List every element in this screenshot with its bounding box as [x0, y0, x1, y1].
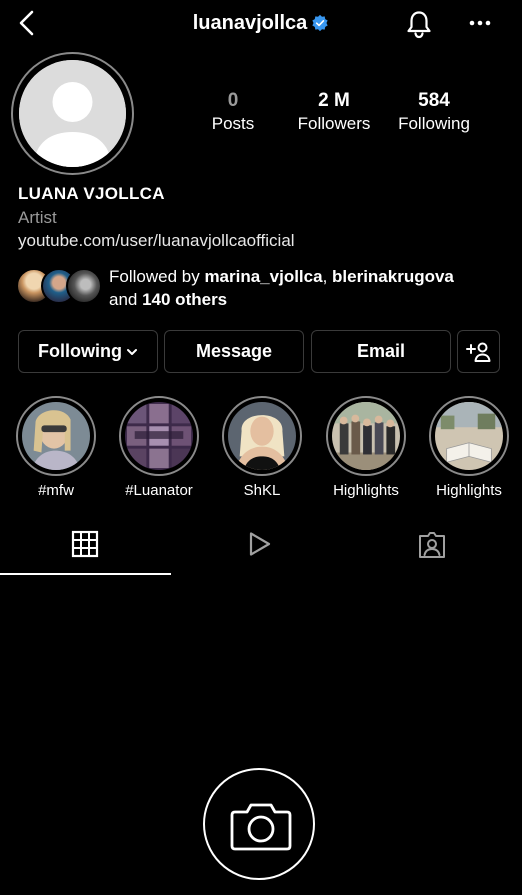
avatar [66, 268, 102, 304]
following-count: 584 [418, 90, 450, 111]
highlight-label: Highlights [436, 482, 502, 499]
email-button[interactable]: Email [311, 330, 451, 373]
username: luanavjollca [192, 12, 308, 34]
message-button-label: Message [195, 341, 273, 361]
followed-by-and: and [109, 290, 143, 309]
highlight-cover-image [125, 402, 193, 470]
message-button[interactable]: Message [164, 330, 304, 373]
empty-posts-camera [203, 768, 315, 880]
profile-name: LUANA VJOLLCA [18, 184, 165, 203]
tagged-person-icon [419, 532, 445, 558]
following-button-label: Following [38, 341, 122, 361]
tab-posts-grid[interactable] [57, 530, 113, 566]
followers-count: 2 M [318, 90, 350, 111]
active-tab-indicator [0, 573, 171, 575]
highlight-shkl[interactable]: ShKL [222, 396, 302, 499]
tab-tagged[interactable] [404, 530, 460, 566]
mutual-followers-avatars[interactable] [16, 268, 102, 304]
highlight-cover-image [435, 402, 503, 470]
followers-stat[interactable]: 2 M Followers [290, 90, 378, 136]
highlight-label: #Luanator [125, 482, 193, 499]
more-icon[interactable] [466, 12, 494, 34]
posts-label: Posts [211, 114, 255, 133]
mutual-user-1: marina_vjollca [204, 267, 323, 286]
highlight-cover-image [228, 402, 296, 470]
top-bar: luanavjollca [0, 0, 522, 48]
mutual-user-2: blerinakrugova [332, 267, 454, 286]
verified-badge-icon [312, 14, 328, 32]
highlight-cover-image [332, 402, 400, 470]
highlight-ring [326, 396, 406, 476]
email-button-label: Email [356, 341, 406, 361]
highlight-ring [119, 396, 199, 476]
play-icon [249, 532, 271, 556]
profile-link[interactable]: youtube.com/user/luanavjollcaofficial [18, 231, 295, 251]
highlight-mfw[interactable]: #mfw [16, 396, 96, 499]
highlight-luanator[interactable]: #Luanator [119, 396, 199, 499]
chevron-down-icon [126, 348, 137, 355]
posts-stat[interactable]: 0 Posts [207, 90, 259, 136]
posts-count: 0 [227, 90, 239, 111]
tab-reels[interactable] [231, 530, 287, 566]
add-person-icon [465, 342, 490, 362]
highlight-cover-image [22, 402, 90, 470]
highlight-book[interactable]: Highlights [429, 396, 509, 499]
highlight-group[interactable]: Highlights [326, 396, 406, 499]
highlight-ring [16, 396, 96, 476]
highlight-ring [429, 396, 509, 476]
followed-by-prefix: Followed by [109, 267, 205, 286]
camera-icon [230, 803, 292, 851]
profile-avatar[interactable] [11, 52, 134, 175]
mutual-others-count: 140 others [142, 290, 228, 309]
following-stat[interactable]: 584 Following [392, 90, 476, 136]
bell-icon[interactable] [404, 9, 434, 39]
followed-by-text[interactable]: Followed by marina_vjollca, blerinakrugo… [109, 265, 509, 311]
separator: , [322, 267, 333, 286]
highlight-label: ShKL [243, 482, 281, 499]
followers-label: Followers [297, 114, 371, 133]
following-label: Following [398, 114, 470, 133]
highlight-label: #mfw [38, 482, 74, 499]
following-button[interactable]: Following [18, 330, 158, 373]
highlight-ring [222, 396, 302, 476]
default-avatar-icon [19, 60, 126, 167]
profile-category: Artist [18, 208, 57, 227]
grid-icon [71, 530, 99, 558]
highlight-label: Highlights [333, 482, 399, 499]
suggest-users-button[interactable] [457, 330, 500, 373]
profile-username-header: luanavjollca [0, 12, 522, 35]
